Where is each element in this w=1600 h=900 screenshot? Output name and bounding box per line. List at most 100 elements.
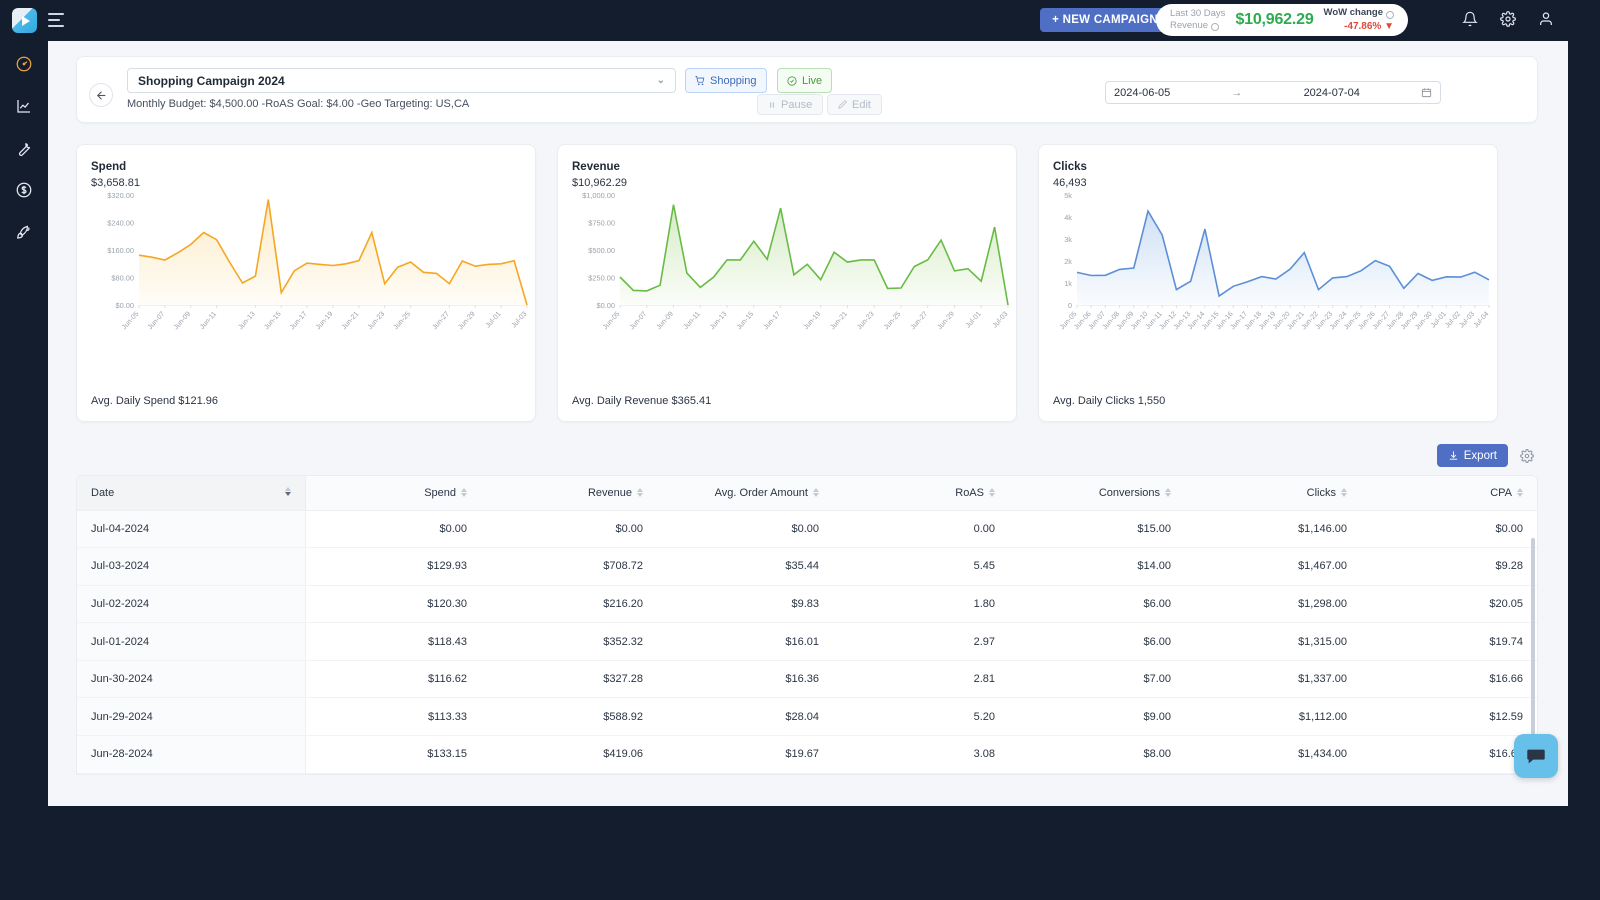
table-cell-conversions: $15.00 (1009, 510, 1185, 549)
sort-icon[interactable] (461, 488, 467, 498)
table-header-revenue[interactable]: Revenue (481, 476, 657, 511)
table-cell-date: Jul-02-2024 (77, 585, 306, 624)
campaign-status-chip[interactable]: Live (777, 68, 833, 93)
y-axis-tick-label: 5k (1064, 191, 1072, 200)
pause-button[interactable]: Pause (757, 94, 824, 115)
table-row[interactable]: Jul-04-2024 $0.00 $0.00 $0.00 0.00 $15.00 $1,1… (77, 510, 1537, 549)
play-logo[interactable] (12, 8, 37, 33)
table-cell-clicks: $1,298.00 (1185, 585, 1361, 624)
table-row[interactable]: Jul-01-2024 $118.43 $352.32 $16.01 2.97 $6.00… (77, 622, 1537, 661)
table-cell-date: Jul-04-2024 (77, 510, 306, 549)
table-header-spend[interactable]: Spend (305, 476, 481, 511)
x-axis-tick-label: Jun-13 (237, 311, 257, 332)
table-header-conversions[interactable]: Conversions (1009, 476, 1185, 511)
chart-card-clicks: Clicks 46,493 5k 4k 3k 2k 1k 0 Jun-05 Jun-06 Jun… (1038, 144, 1498, 422)
x-axis-tick-label: Jul-03 (511, 311, 529, 330)
table-row[interactable]: Jun-30-2024 $116.62 $327.28 $16.36 2.81 $7.00… (77, 660, 1537, 699)
download-icon (1449, 451, 1457, 460)
x-axis-tick-label: Jun-19 (803, 311, 823, 332)
hamburger-icon[interactable] (48, 13, 64, 27)
x-axis-tick-label: Jun-17 (763, 311, 783, 332)
metrics-table-wrapper: Date Spend Revenue Avg. Order Amount RoAS Con… (76, 475, 1538, 775)
date-range-end: 2024-07-04 (1303, 86, 1360, 99)
user-icon[interactable] (1538, 11, 1554, 27)
info-icon[interactable] (1386, 10, 1394, 19)
pause-icon (770, 101, 774, 108)
table-cell-conversions: $6.00 (1009, 585, 1185, 624)
x-axis-tick-label: Jun-27 (431, 311, 451, 332)
export-button[interactable]: Export (1436, 444, 1508, 467)
sidebar-item-analytics[interactable] (13, 95, 35, 117)
campaign-type-chip[interactable]: Shopping (685, 68, 767, 93)
chart-card-revenue: Revenue $10,962.29 $1,000.00 $750.00 $500.… (557, 144, 1017, 422)
table-header-roas[interactable]: RoAS (833, 476, 1009, 511)
export-label: Export (1463, 449, 1497, 462)
table-header-label: Clicks (1306, 486, 1336, 499)
table-row[interactable]: Jul-03-2024 $129.93 $708.72 $35.44 5.45 $14.0… (77, 547, 1537, 586)
table-header-label: RoAS (955, 486, 984, 499)
table-row[interactable]: Jul-02-2024 $120.30 $216.20 $9.83 1.80 $6.00 $… (77, 585, 1537, 624)
table-cell-cpa: $12.59 (1361, 697, 1537, 737)
bell-icon[interactable] (1462, 11, 1478, 27)
x-axis-tick-label: Jun-23 (367, 311, 387, 332)
y-axis-tick-label: $750.00 (588, 219, 615, 228)
gear-icon[interactable] (1500, 11, 1516, 27)
sidebar-item-launch[interactable] (13, 221, 35, 243)
table-cell-date: Jun-30-2024 (77, 660, 306, 699)
chat-widget-button[interactable] (1514, 734, 1558, 778)
x-axis-tick-label: Jun-11 (683, 311, 702, 331)
table-cell-clicks: $1,146.00 (1185, 510, 1361, 549)
campaign-name-select[interactable]: Shopping Campaign 2024 ⌄ (127, 68, 676, 93)
back-button[interactable] (89, 83, 113, 107)
top-bar: + NEW CAMPAIGN Last 30 Days Revenue $10,… (0, 0, 1568, 41)
sidebar-item-tools[interactable] (13, 137, 35, 159)
y-axis-tick-label: $80.00 (111, 274, 134, 283)
chart-footer-spend: Avg. Daily Spend $121.96 (91, 395, 218, 407)
campaign-type-label: Shopping (710, 74, 757, 87)
y-axis-tick-label: 3k (1064, 235, 1072, 244)
sort-icon[interactable] (284, 486, 291, 496)
y-axis-tick-label: 1k (1064, 279, 1072, 288)
y-axis-tick-label: $320.00 (107, 191, 134, 200)
x-axis-tick-label: Jun-19 (315, 311, 335, 332)
table-cell-clicks: $1,112.00 (1185, 697, 1361, 737)
table-row[interactable]: Jun-29-2024 $113.33 $588.92 $28.04 5.20 $9.00… (77, 697, 1537, 737)
sidebar-item-billing[interactable] (13, 179, 35, 201)
info-icon[interactable] (1211, 22, 1220, 31)
chart-title-spend: Spend (91, 161, 127, 173)
sort-icon[interactable] (1517, 488, 1523, 498)
sort-icon[interactable] (1165, 488, 1171, 498)
table-cell-cpa: $19.74 (1361, 622, 1537, 661)
sidebar-item-dashboard[interactable] (13, 53, 35, 75)
table-settings-button[interactable] (1516, 445, 1538, 467)
edit-button[interactable]: Edit (827, 94, 882, 115)
table-scrollbar-thumb[interactable] (1531, 538, 1535, 748)
table-cell-revenue: $588.92 (481, 697, 657, 737)
table-cell-conversions: $8.00 (1009, 735, 1185, 774)
date-range-start: 2024-06-05 (1114, 86, 1171, 99)
revenue-pill-label-line2: Revenue (1169, 20, 1209, 31)
table-header-date[interactable]: Date (77, 476, 306, 511)
table-header-clicks[interactable]: Clicks (1185, 476, 1361, 511)
revenue-summary-pill: Last 30 Days Revenue $10,962.29 WoW chan… (1155, 4, 1408, 36)
x-axis-tick-label: Jul-03 (992, 311, 1010, 330)
table-cell-cpa: $9.28 (1361, 547, 1537, 586)
table-row[interactable]: Jun-28-2024 $133.15 $419.06 $19.67 3.08 $8.00… (77, 735, 1537, 774)
edit-label: Edit (852, 98, 871, 111)
sort-icon[interactable] (1341, 488, 1347, 498)
table-header-avg-order-amount[interactable]: Avg. Order Amount (657, 476, 833, 511)
x-axis-tick-label: Jun-27 (910, 311, 930, 332)
table-header-row: Date Spend Revenue Avg. Order Amount RoAS Con… (77, 476, 1537, 511)
sort-icon[interactable] (637, 488, 643, 498)
sort-icon[interactable] (989, 488, 995, 498)
y-axis-tick-label: $160.00 (107, 246, 134, 255)
y-axis-tick-label: $1,000.00 (582, 191, 615, 200)
date-range-picker[interactable]: 2024-06-05 → 2024-07-04 (1105, 81, 1441, 104)
table-header-cpa[interactable]: CPA (1361, 476, 1537, 511)
sort-icon[interactable] (813, 488, 819, 498)
campaign-header-card: Shopping Campaign 2024 ⌄ Shopping Live M… (76, 56, 1538, 123)
new-campaign-button[interactable]: + NEW CAMPAIGN (1040, 8, 1170, 32)
table-cell-spend: $113.33 (305, 697, 481, 737)
table-cell-revenue: $0.00 (481, 510, 657, 549)
chart-title-revenue: Revenue (572, 161, 620, 173)
